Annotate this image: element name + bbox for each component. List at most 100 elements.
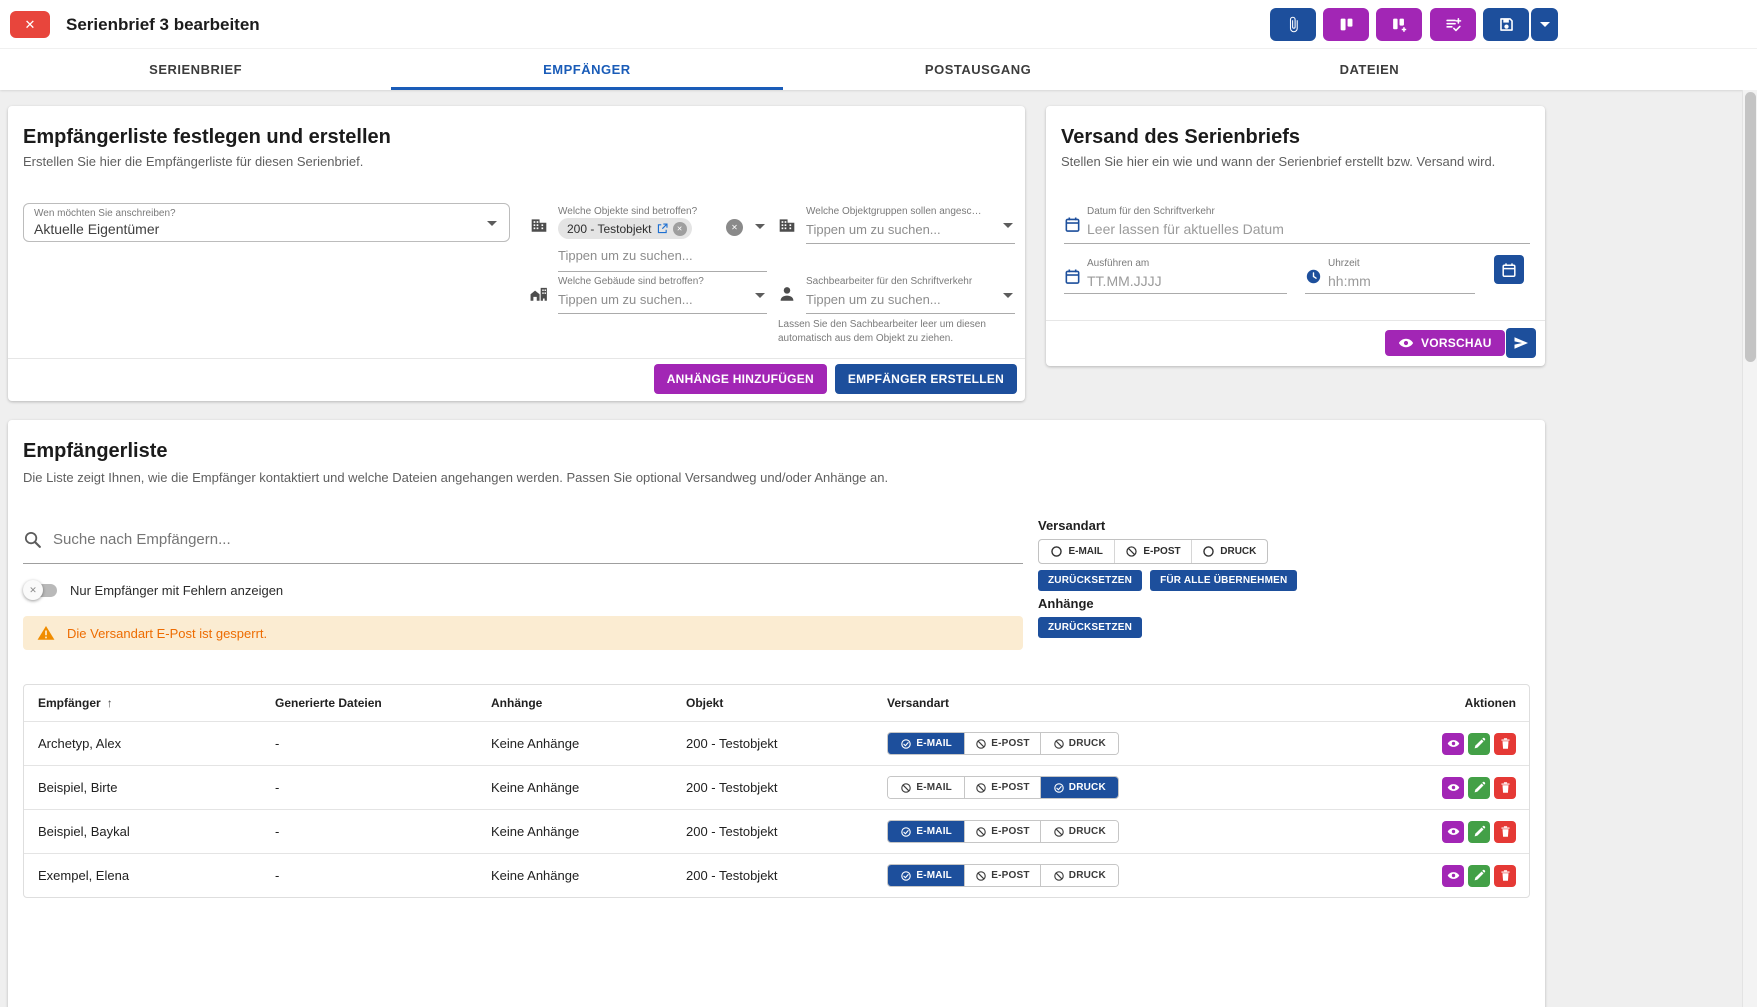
scrollbar-thumb[interactable] — [1745, 92, 1756, 362]
segment-druck[interactable]: DRUCK — [1039, 821, 1118, 842]
radio-icon — [1050, 545, 1063, 558]
check-circle-icon — [900, 738, 912, 750]
row-edit-button[interactable] — [1468, 820, 1490, 843]
segment-email[interactable]: E-MAIL — [888, 777, 965, 798]
row-preview-button[interactable] — [1442, 820, 1464, 843]
dropdown-caret-icon[interactable] — [1003, 223, 1013, 228]
template-add-button[interactable] — [1376, 8, 1422, 41]
tab-bar: SERIENBRIEF EMPFÄNGER POSTAUSGANG DATEIE… — [0, 49, 1757, 90]
segment-druck[interactable]: DRUCK — [1039, 733, 1118, 754]
letter-date-field[interactable]: Datum für den Schriftverkehr Leer lassen… — [1064, 206, 1530, 244]
home-work-icon — [530, 285, 548, 303]
col-empfaenger[interactable]: Empfänger ↑ — [38, 696, 275, 710]
segment-druck[interactable]: DRUCK — [1039, 865, 1118, 886]
check-circle-icon — [1053, 782, 1065, 794]
segment-epost[interactable]: E-POST — [964, 865, 1040, 886]
field-label: Ausführen am — [1087, 258, 1150, 269]
field-placeholder[interactable]: hh:mm — [1328, 273, 1371, 289]
clerk-field[interactable]: Sachbearbeiter für den Schriftverkehr Ti… — [778, 276, 1015, 314]
page-title: Serienbrief 3 bearbeiten — [66, 15, 260, 34]
cell-generated-files: - — [275, 824, 280, 839]
segment-email[interactable]: E-MAIL — [888, 733, 965, 754]
field-placeholder[interactable]: Leer lassen für aktuelles Datum — [1087, 221, 1284, 237]
tab-dateien[interactable]: DATEIEN — [1174, 49, 1565, 90]
objects-field[interactable]: Welche Objekte sind betroffen? 200 - Tes… — [530, 206, 767, 272]
versandart-option-email[interactable]: E-MAIL — [1039, 540, 1114, 563]
row-delete-button[interactable] — [1494, 732, 1516, 755]
calendar-icon — [1064, 216, 1081, 233]
segment-email[interactable]: E-MAIL — [888, 865, 965, 886]
field-placeholder[interactable]: Tippen um zu suchen... — [558, 292, 693, 307]
row-delete-button[interactable] — [1494, 864, 1516, 887]
who-select[interactable]: Wen möchten Sie anschreiben? Aktuelle Ei… — [23, 203, 510, 242]
paperclip-icon — [1285, 16, 1302, 33]
field-placeholder[interactable]: Tippen um zu suchen... — [558, 248, 693, 263]
execute-date-field[interactable]: Ausführen am TT.MM.JJJJ — [1064, 258, 1287, 294]
tab-serienbrief[interactable]: SERIENBRIEF — [0, 49, 391, 90]
search-input[interactable] — [53, 525, 1003, 553]
segment-druck[interactable]: DRUCK — [1039, 777, 1118, 798]
col-objekt: Objekt — [686, 696, 724, 710]
field-placeholder[interactable]: Tippen um zu suchen... — [806, 292, 941, 307]
cell-generated-files: - — [275, 780, 280, 795]
preview-button[interactable]: VORSCHAU — [1385, 330, 1505, 356]
create-recipients-button[interactable]: EMPFÄNGER ERSTELLEN — [834, 364, 1017, 394]
table-row: Archetyp, Alex - Keine Anhänge 200 - Tes… — [24, 721, 1529, 765]
save-menu-button[interactable] — [1531, 8, 1558, 41]
blocked-icon — [1053, 738, 1065, 750]
versandart-option-epost[interactable]: E-POST — [1114, 540, 1190, 563]
checklist-add-button[interactable] — [1430, 8, 1476, 41]
save-button[interactable] — [1483, 8, 1529, 41]
dropdown-caret-icon[interactable] — [1003, 293, 1013, 298]
row-delete-button[interactable] — [1494, 820, 1516, 843]
anhaenge-label: Anhänge — [1038, 596, 1094, 611]
segment-epost[interactable]: E-POST — [964, 777, 1040, 798]
attach-file-button[interactable] — [1270, 8, 1316, 41]
template-copy-button[interactable] — [1323, 8, 1369, 41]
segment-email[interactable]: E-MAIL — [888, 821, 965, 842]
dropdown-caret-icon[interactable] — [755, 224, 765, 229]
card-subtitle: Stellen Sie hier ein wie und wann der Se… — [1061, 154, 1496, 169]
segment-epost[interactable]: E-POST — [964, 821, 1040, 842]
row-preview-button[interactable] — [1442, 864, 1464, 887]
object-chip[interactable]: 200 - Testobjekt ✕ — [558, 218, 692, 239]
blocked-icon — [1053, 870, 1065, 882]
vertical-scrollbar[interactable] — [1742, 90, 1757, 1007]
dropdown-caret-icon[interactable] — [755, 293, 765, 298]
field-placeholder[interactable]: TT.MM.JJJJ — [1087, 273, 1162, 289]
segment-epost[interactable]: E-POST — [964, 733, 1040, 754]
close-icon: ✕ — [24, 16, 36, 32]
cell-recipient: Beispiel, Baykal — [38, 824, 130, 839]
add-attachments-button[interactable]: ANHÄNGE HINZUFÜGEN — [653, 364, 827, 394]
object-groups-field[interactable]: Welche Objektgruppen sollen angeschrie..… — [778, 206, 1015, 244]
versandart-reset-button[interactable]: ZURÜCKSETZEN — [1038, 570, 1143, 591]
row-preview-button[interactable] — [1442, 776, 1464, 799]
time-field[interactable]: Uhrzeit hh:mm — [1305, 258, 1475, 294]
warning-text: Die Versandart E-Post ist gesperrt. — [67, 625, 268, 641]
versandart-apply-all-button[interactable]: FÜR ALLE ÜBERNEHMEN — [1150, 570, 1298, 591]
open-object-icon[interactable] — [656, 222, 669, 235]
datetime-picker-button[interactable] — [1494, 255, 1524, 284]
error-filter-toggle[interactable]: ✕ — [23, 579, 61, 601]
row-edit-button[interactable] — [1468, 864, 1490, 887]
field-underline — [1305, 293, 1475, 294]
field-placeholder[interactable]: Tippen um zu suchen... — [806, 222, 941, 237]
clear-field-icon[interactable]: ✕ — [726, 219, 743, 236]
buildings-field[interactable]: Welche Gebäude sind betroffen? Tippen um… — [530, 276, 767, 314]
row-edit-button[interactable] — [1468, 776, 1490, 799]
anhaenge-reset-button[interactable]: ZURÜCKSETZEN — [1038, 617, 1143, 638]
row-delete-button[interactable] — [1494, 776, 1516, 799]
header: ✕ Serienbrief 3 bearbeiten — [0, 0, 1757, 49]
versandart-option-druck[interactable]: DRUCK — [1190, 540, 1267, 563]
chip-delete-icon[interactable]: ✕ — [672, 221, 687, 236]
cell-object: 200 - Testobjekt — [686, 868, 778, 883]
chip-label: 200 - Testobjekt — [567, 221, 652, 236]
trash-icon — [1499, 781, 1512, 794]
close-button[interactable]: ✕ — [10, 11, 50, 38]
eye-icon — [1447, 737, 1460, 750]
tab-empfaenger[interactable]: EMPFÄNGER — [391, 49, 783, 90]
send-button[interactable] — [1506, 328, 1536, 358]
row-preview-button[interactable] — [1442, 732, 1464, 755]
tab-postausgang[interactable]: POSTAUSGANG — [783, 49, 1174, 90]
row-edit-button[interactable] — [1468, 732, 1490, 755]
